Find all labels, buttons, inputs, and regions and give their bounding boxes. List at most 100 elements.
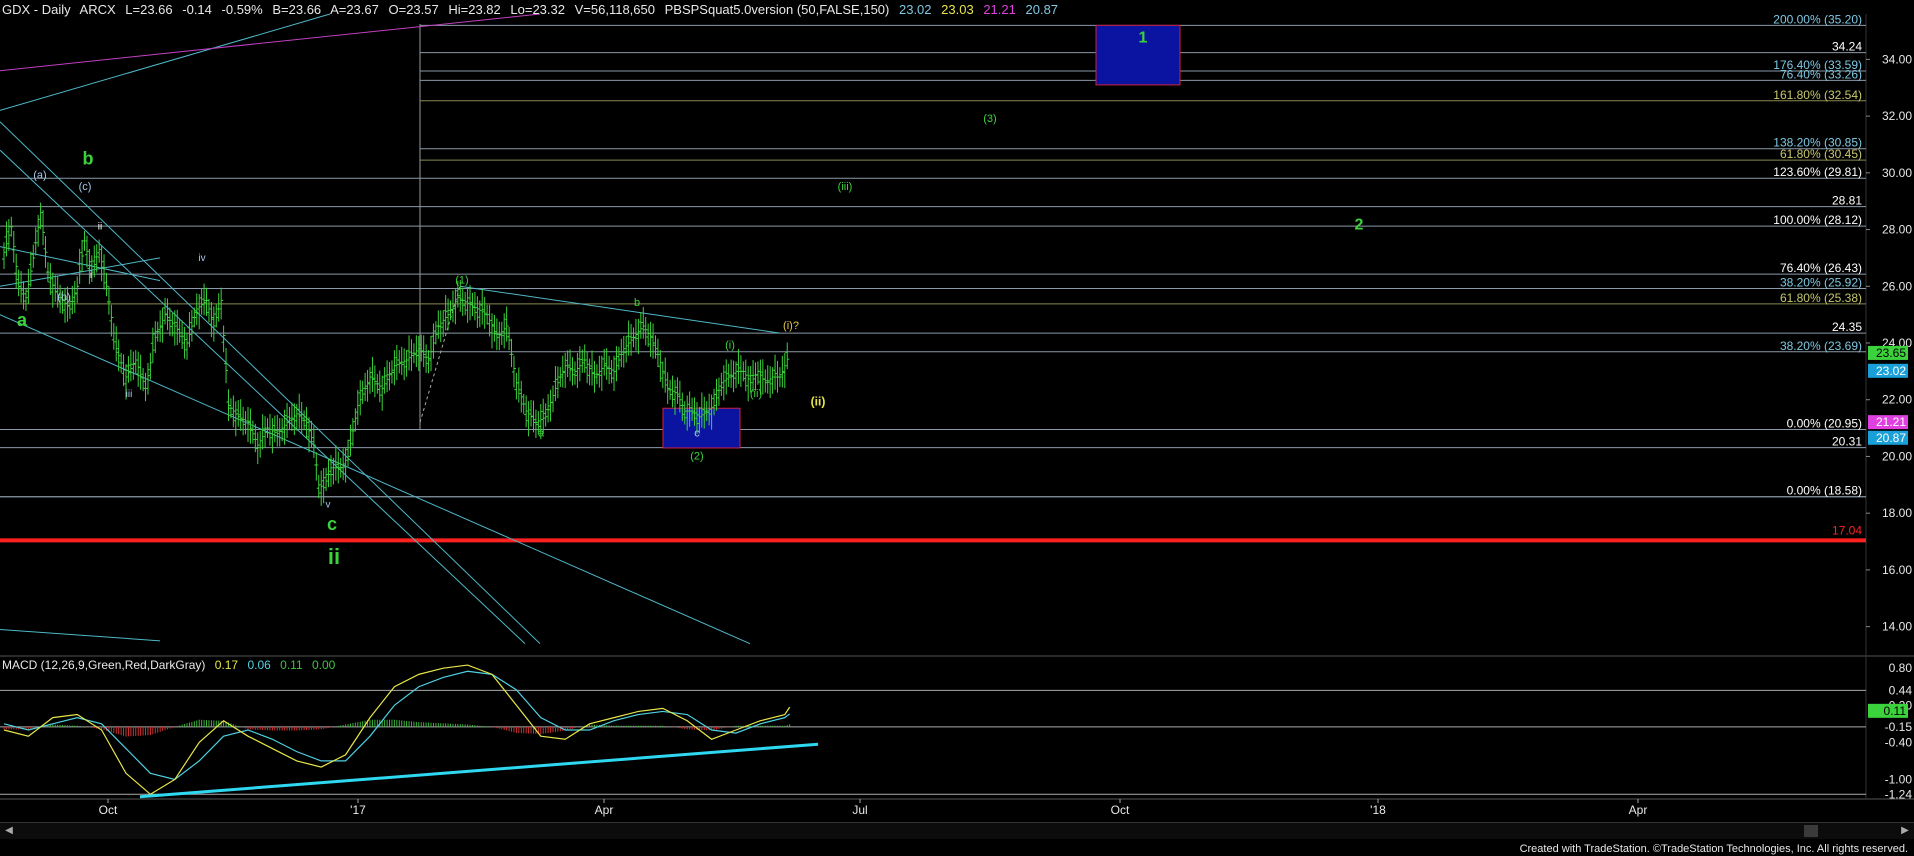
wave-label: b — [634, 297, 640, 309]
price-bar — [309, 420, 314, 448]
price-bar — [519, 380, 524, 413]
price-bar — [131, 351, 136, 380]
price-bar — [99, 246, 104, 282]
price-bar — [365, 369, 370, 402]
x-axis-label: '18 — [1370, 803, 1386, 817]
wave-label: c — [327, 514, 337, 534]
price-bar — [360, 380, 365, 404]
macd-axis-tick: -1.24 — [1885, 787, 1913, 801]
wave-label: i — [90, 270, 92, 281]
price-bar — [626, 320, 631, 356]
exchange-label: ARCX — [79, 2, 116, 17]
channel-line — [0, 13, 331, 111]
price-bar — [572, 361, 577, 385]
price-bar — [358, 380, 363, 416]
price-bar — [446, 298, 451, 331]
bid-price: B=23.66 — [272, 2, 322, 17]
price-bar — [404, 350, 409, 377]
price-axis-tick: 28.00 — [1882, 223, 1912, 237]
price-bar — [555, 366, 560, 399]
price-bar — [421, 335, 426, 368]
price-bar — [480, 289, 485, 325]
scroll-right-icon[interactable]: ▶ — [1898, 824, 1912, 838]
x-axis-label: '17 — [350, 803, 366, 817]
wave-label: ii — [328, 544, 340, 569]
macd-axis-tick: 0.80 — [1889, 661, 1913, 675]
fib-level-label: 123.60% (29.81) — [1773, 165, 1862, 179]
price-bar — [382, 367, 387, 394]
price-bar — [658, 350, 663, 382]
price-bar — [394, 344, 399, 381]
scroll-thumb[interactable] — [1804, 825, 1818, 837]
price-bar — [231, 395, 236, 428]
price-bar — [2, 242, 6, 269]
price-bar — [111, 323, 116, 350]
high-price: Hi=23.82 — [448, 2, 501, 17]
price-bar — [380, 375, 385, 411]
price-bar — [477, 300, 482, 328]
price-bar — [429, 335, 433, 372]
channel-line — [0, 121, 541, 645]
volume: V=56,118,650 — [574, 2, 655, 17]
price-bar — [45, 262, 50, 283]
price-bar — [43, 236, 48, 268]
gdx-daily-chart[interactable]: 200.00% (35.20)34.24176.40% (33.59)76.40… — [0, 0, 1914, 822]
price-bar — [153, 321, 158, 353]
price-bar — [585, 351, 590, 384]
copyright-footer: Created with TradeStation. ©TradeStation… — [1519, 843, 1908, 855]
price-bar — [660, 361, 665, 389]
scroll-left-icon[interactable]: ◀ — [2, 824, 16, 838]
wave-label: (1) — [455, 274, 468, 286]
wave-label: ii — [98, 222, 102, 233]
price-bar — [570, 357, 575, 386]
wave-label: (i)? — [783, 320, 799, 332]
price-bar — [424, 344, 429, 373]
price-bar — [50, 272, 55, 308]
price-bar — [392, 350, 397, 386]
price-bar — [402, 348, 407, 381]
price-tag: 23.65 — [1876, 346, 1906, 360]
indicator-value: 21.21 — [983, 2, 1016, 17]
price-axis-tick: 22.00 — [1882, 393, 1912, 407]
price-bar — [155, 321, 160, 342]
price-bar — [363, 372, 368, 402]
open-price: O=23.57 — [388, 2, 439, 17]
price-bar — [282, 409, 287, 445]
price-bar — [399, 346, 404, 376]
price-bar — [121, 354, 126, 387]
indicator-value: 23.03 — [941, 2, 974, 17]
price-bar — [145, 362, 150, 395]
price-bar — [438, 310, 443, 343]
price-bar — [450, 290, 455, 323]
fib-level-label: 38.20% (25.92) — [1780, 276, 1862, 290]
x-axis-label: Oct — [99, 803, 118, 817]
net-change: -0.14 — [182, 2, 212, 17]
fib-level-label: 200.00% (35.20) — [1773, 12, 1862, 26]
price-bar — [551, 385, 555, 413]
price-bar — [768, 366, 773, 398]
price-bar — [160, 307, 165, 343]
price-axis-tick: 26.00 — [1882, 279, 1912, 293]
price-bar — [177, 319, 182, 343]
price-bar — [663, 357, 668, 393]
pct-change: -0.59% — [221, 2, 263, 17]
price-bar — [94, 244, 99, 273]
fib-level-label: 20.31 — [1832, 435, 1862, 449]
wave-label: a — [17, 310, 28, 330]
price-bar — [482, 297, 487, 329]
price-bar — [114, 326, 119, 362]
price-bar — [736, 348, 741, 385]
price-bar — [719, 372, 724, 397]
fib-level-label: 76.40% (33.26) — [1780, 67, 1862, 81]
price-bar — [97, 239, 102, 263]
price-bar — [407, 335, 412, 371]
price-bar — [487, 304, 492, 337]
price-bar — [568, 349, 573, 382]
horizontal-scrollbar[interactable]: ◀ ▶ — [0, 822, 1914, 839]
price-bar — [214, 304, 219, 328]
price-bar — [9, 216, 14, 237]
price-bar — [509, 338, 514, 368]
wave-label: a — [538, 428, 545, 440]
price-bar — [19, 271, 24, 303]
price-bar — [612, 355, 616, 391]
